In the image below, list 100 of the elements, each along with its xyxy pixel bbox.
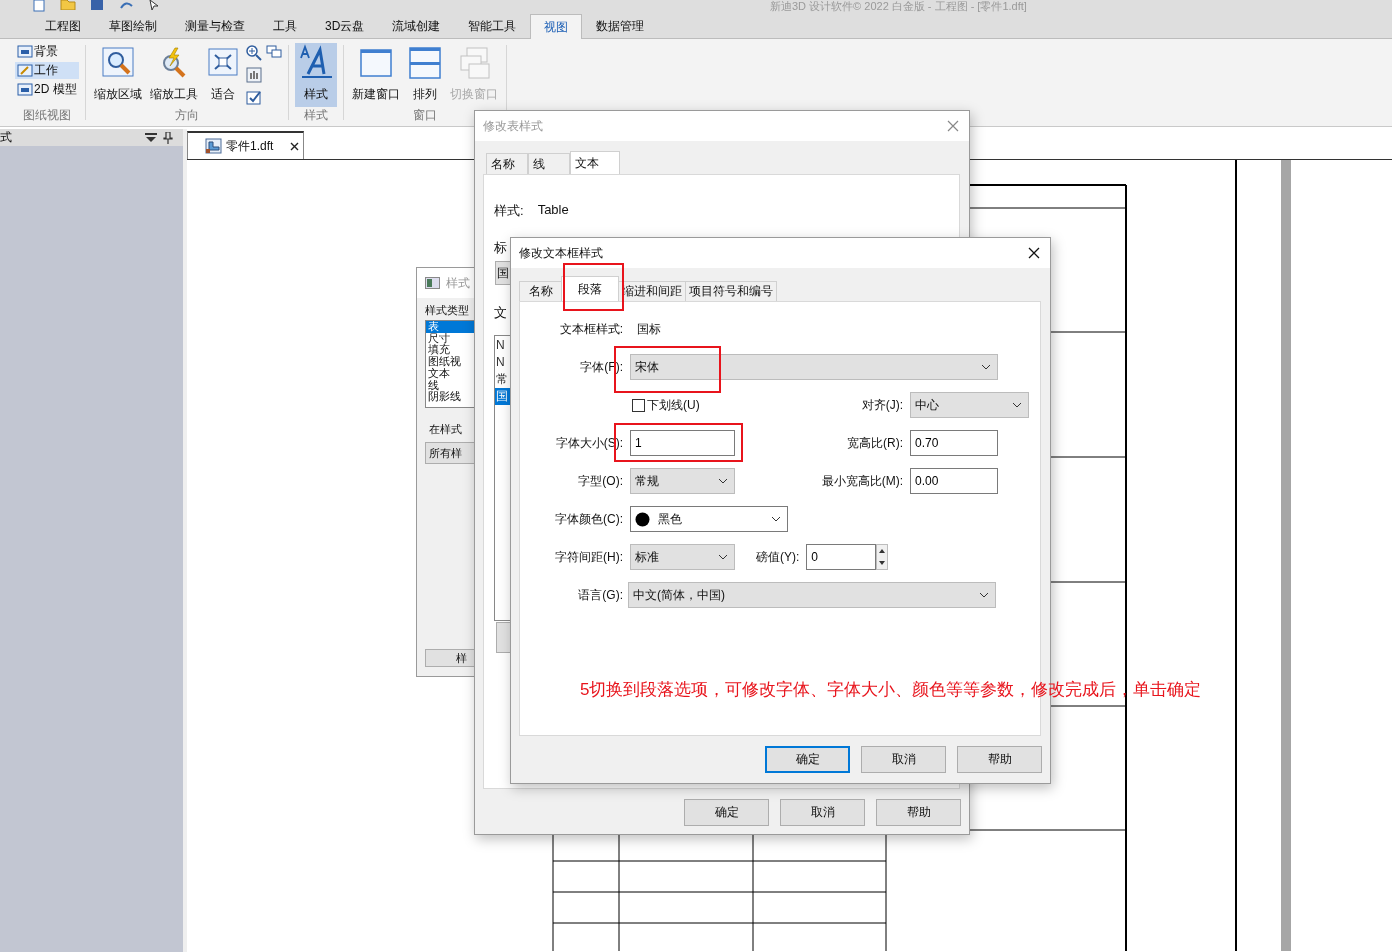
view-option[interactable]: 工作 [15,62,79,79]
field-label: 字体颜色(C): [554,510,623,528]
zoom-in-icon[interactable] [245,45,262,61]
style-name: Table [537,202,569,219]
annotation-text: 5切换到段落选项，可修改字体、字体大小、颜色等等参数，修改完成后，单击确定 [580,679,1202,701]
list-item[interactable]: 表 [426,321,476,333]
underline-checkbox[interactable]: 下划线(U) [632,396,803,414]
ribbon-tab[interactable]: 测量与检查 [171,14,259,38]
new-file-icon[interactable] [32,0,46,12]
font-dropdown[interactable]: 宋体 [630,354,998,380]
chevron-down-icon [718,554,728,560]
field-label: 宽高比(R): [846,434,903,452]
dialog-button[interactable]: 取消 [861,746,946,773]
ribbon-tab[interactable]: 工具 [259,14,311,38]
font-style-icon [297,44,334,80]
font-size-field[interactable]: 1 [630,430,735,456]
document-tab[interactable]: 零件1.dft [187,131,304,159]
view-option[interactable]: 背景 [15,43,79,60]
points-field[interactable]: 0 [806,544,877,570]
group-label: 图纸视图 [22,107,71,124]
drawing-file-icon [205,138,222,154]
cursor-icon[interactable] [148,0,160,10]
ribbon-tab[interactable]: 3D云盘 [311,14,379,38]
dialog-tab[interactable]: 段落 [561,276,619,301]
highlight-frame [563,263,624,311]
list-item[interactable]: 尺寸 [426,332,476,345]
undo-icon[interactable] [118,0,134,10]
group-label: 窗口 [412,107,437,124]
dialog-button[interactable]: 帮助 [876,799,961,826]
ribbon-tab[interactable]: 视图 [530,14,583,39]
panel-title: 式 [0,129,12,146]
field-label: 字型(O): [577,472,623,490]
window-icon [358,46,393,80]
ribbon-button[interactable]: 适合 [203,43,242,106]
close-icon[interactable] [290,141,299,151]
align-dropdown[interactable]: 中心 [910,392,1029,418]
style-button[interactable]: 样式 [294,43,337,107]
split-window-icon [407,46,442,80]
spin-buttons[interactable] [876,544,889,570]
list-item[interactable]: 阴影线 [426,391,476,403]
pencil-sheet-icon [17,64,33,77]
field-label: 最小宽高比(M): [820,472,903,490]
pin-icon[interactable] [163,131,173,144]
font-color-dropdown[interactable]: 黑色 [630,506,788,532]
min-ratio-field[interactable]: 0.00 [910,468,998,494]
dialog-button[interactable]: 帮助 [957,746,1042,773]
dialog-tab[interactable]: 项目符号和编号 [685,281,777,301]
windows-icon[interactable] [265,45,282,59]
dialog-button[interactable]: 取消 [780,799,865,826]
field-label: 磅值(Y): [756,548,800,566]
dialog-tab[interactable]: 文本 [570,151,620,175]
ribbon-button[interactable]: 排列 [405,43,444,106]
dialog-button[interactable]: 确定 [684,799,769,826]
ribbon-button[interactable]: 新建窗口 [349,43,402,106]
ribbon-tab[interactable]: 工程图 [31,14,95,38]
ribbon-tab[interactable]: 草图绘制 [95,14,171,38]
list-item[interactable]: 填充 [426,344,476,357]
field-label: 文 [494,304,507,322]
sheet-icon [17,45,33,58]
ribbon-tab[interactable]: 流域创建 [378,14,455,38]
dialog-tab[interactable]: 线 [528,153,570,175]
zoom-area-icon [100,46,135,80]
field-label: 样式: [494,202,524,220]
style-type-list[interactable]: 表 尺寸 填充 图纸视 文本 线 阴影线 [425,320,476,408]
close-icon[interactable] [1028,247,1040,259]
group-label: 样式 [303,107,328,124]
dialog-icon [425,277,440,289]
chevron-down-icon [979,592,989,598]
dialog-title: 修改表样式 [483,117,543,135]
ribbon-button[interactable]: 缩放区域 [91,43,144,106]
field-label: 字符间距(H): [554,548,623,566]
field-label: 样式类型 [425,303,469,318]
dialog-tab[interactable]: 名称 [519,281,562,301]
field-label: 文本框样式: [558,320,623,338]
dialog-button[interactable]: 确定 [765,746,850,773]
spacing-dropdown[interactable]: 标准 [630,544,735,570]
field-label: 在样式 [429,422,462,437]
style-button[interactable]: 样 [425,649,475,667]
check-window-icon[interactable] [245,89,262,105]
ribbon-tab[interactable]: 数据管理 [582,14,659,38]
filter-dropdown[interactable]: 所有样 [425,442,475,464]
font-style-dropdown[interactable]: 常规 [630,468,735,494]
style-name: 国标 [637,320,662,338]
ribbon-tab[interactable]: 智能工具 [454,14,531,38]
chevron-down-icon [1012,402,1022,408]
dialog-tab[interactable]: 名称 [486,153,528,175]
field-label: 语言(G): [577,586,623,604]
chevron-down-icon [771,516,781,522]
list-item[interactable]: 线 [426,379,476,392]
ribbon-button[interactable]: 缩放工具 [147,43,200,106]
ratio-field[interactable]: 0.70 [910,430,998,456]
dialog-title: 修改文本框样式 [519,244,603,262]
view-option[interactable]: 2D 模型 [15,81,79,98]
list-item[interactable]: 图纸视 [426,356,476,368]
chevron-down-icon [981,364,991,370]
dropdown-icon[interactable] [145,132,157,143]
save-icon[interactable] [90,0,104,10]
group-label: 方向 [174,107,199,124]
language-dropdown[interactable]: 中文(简体，中国) [628,582,996,608]
list-item[interactable]: 文本 [426,367,476,380]
